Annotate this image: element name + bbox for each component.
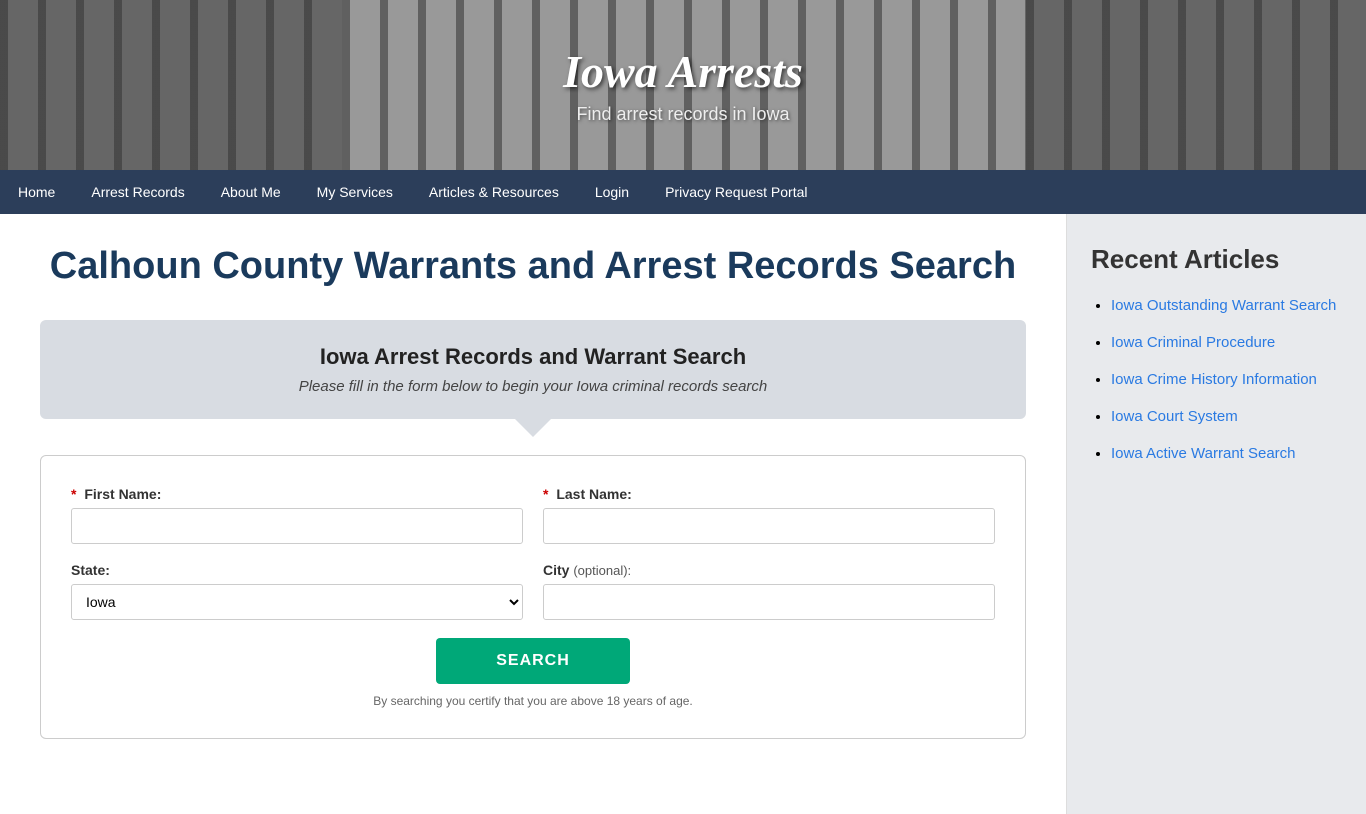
hero-bg-left — [0, 0, 342, 170]
last-name-required-star: * — [543, 486, 548, 502]
nav-link[interactable]: About Me — [203, 170, 299, 214]
nav-item: Home — [0, 170, 73, 214]
first-name-input[interactable] — [71, 508, 523, 544]
sidebar-article-link[interactable]: Iowa Criminal Procedure — [1111, 334, 1275, 351]
search-box-title: Iowa Arrest Records and Warrant Search — [64, 344, 1002, 370]
hero-banner: Iowa Arrests Find arrest records in Iowa — [0, 0, 1366, 170]
city-optional-text: (optional): — [573, 563, 631, 578]
first-name-label: * First Name: — [71, 486, 523, 502]
site-subtitle: Find arrest records in Iowa — [563, 104, 803, 125]
state-select[interactable]: IowaAlabamaAlaskaArizonaArkansasCaliforn… — [71, 584, 523, 620]
city-group: City (optional): — [543, 562, 995, 620]
nav-item: Arrest Records — [73, 170, 202, 214]
main-container: Calhoun County Warrants and Arrest Recor… — [0, 214, 1366, 814]
nav-item: Articles & Resources — [411, 170, 577, 214]
hero-bg-right — [1025, 0, 1366, 170]
search-button[interactable]: SEARCH — [436, 638, 630, 684]
hero-content: Iowa Arrests Find arrest records in Iowa — [563, 45, 803, 125]
sidebar-article-item: Iowa Active Warrant Search — [1111, 443, 1342, 464]
nav-item: About Me — [203, 170, 299, 214]
search-form: * First Name: * Last Name: State: IowaA — [40, 455, 1026, 739]
site-title: Iowa Arrests — [563, 45, 803, 98]
sidebar-article-item: Iowa Outstanding Warrant Search — [1111, 295, 1342, 316]
nav-link[interactable]: Home — [0, 170, 73, 214]
nav-item: Login — [577, 170, 647, 214]
sidebar: Recent Articles Iowa Outstanding Warrant… — [1066, 214, 1366, 814]
sidebar-article-item: Iowa Criminal Procedure — [1111, 332, 1342, 353]
name-row: * First Name: * Last Name: — [71, 486, 995, 544]
nav-link[interactable]: My Services — [299, 170, 411, 214]
sidebar-article-item: Iowa Crime History Information — [1111, 369, 1342, 390]
sidebar-article-list: Iowa Outstanding Warrant Search Iowa Crim… — [1091, 295, 1342, 464]
city-label: City (optional): — [543, 562, 995, 578]
sidebar-article-link[interactable]: Iowa Court System — [1111, 408, 1238, 425]
sidebar-article-link[interactable]: Iowa Outstanding Warrant Search — [1111, 297, 1336, 314]
search-button-row: SEARCH — [71, 638, 995, 684]
sidebar-article-link[interactable]: Iowa Active Warrant Search — [1111, 445, 1296, 462]
state-group: State: IowaAlabamaAlaskaArizonaArkansasC… — [71, 562, 523, 620]
page-title: Calhoun County Warrants and Arrest Recor… — [40, 244, 1026, 290]
last-name-label: * Last Name: — [543, 486, 995, 502]
last-name-group: * Last Name: — [543, 486, 995, 544]
main-navigation: HomeArrest RecordsAbout MeMy ServicesArt… — [0, 170, 1366, 214]
location-row: State: IowaAlabamaAlaskaArizonaArkansasC… — [71, 562, 995, 620]
nav-link[interactable]: Login — [577, 170, 647, 214]
sidebar-title: Recent Articles — [1091, 244, 1342, 275]
form-disclaimer: By searching you certify that you are ab… — [71, 694, 995, 708]
last-name-input[interactable] — [543, 508, 995, 544]
state-label: State: — [71, 562, 523, 578]
nav-link[interactable]: Privacy Request Portal — [647, 170, 825, 214]
nav-item: My Services — [299, 170, 411, 214]
search-box-header: Iowa Arrest Records and Warrant Search P… — [40, 320, 1026, 419]
search-box-subtitle: Please fill in the form below to begin y… — [64, 378, 1002, 395]
first-name-required-star: * — [71, 486, 76, 502]
nav-item: Privacy Request Portal — [647, 170, 825, 214]
content-area: Calhoun County Warrants and Arrest Recor… — [0, 214, 1066, 814]
sidebar-article-item: Iowa Court System — [1111, 406, 1342, 427]
city-input[interactable] — [543, 584, 995, 620]
first-name-group: * First Name: — [71, 486, 523, 544]
sidebar-article-link[interactable]: Iowa Crime History Information — [1111, 371, 1317, 388]
nav-link[interactable]: Articles & Resources — [411, 170, 577, 214]
nav-link[interactable]: Arrest Records — [73, 170, 202, 214]
